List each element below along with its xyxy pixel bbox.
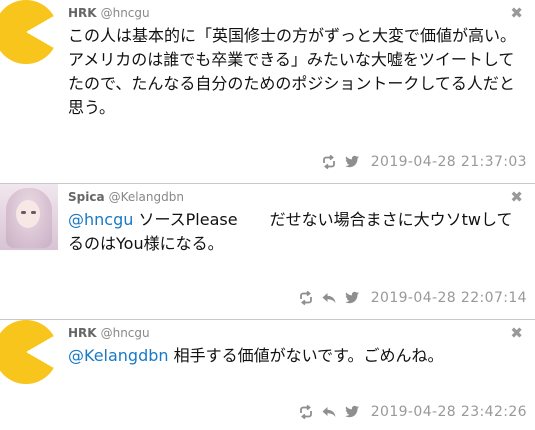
- pacman-avatar-icon: [0, 0, 58, 64]
- close-icon[interactable]: ✖: [510, 189, 523, 205]
- reply-icon[interactable]: [321, 290, 337, 306]
- tweet: HRK @hncgu ✖ @Kelangdbn 相手する価値がないです。ごめんね。…: [0, 320, 535, 430]
- user-name[interactable]: HRK: [68, 6, 97, 20]
- twitter-bird-icon[interactable]: [344, 154, 360, 170]
- mention-link[interactable]: @Kelangdbn: [68, 346, 169, 365]
- retweet-icon[interactable]: [321, 154, 337, 170]
- pacman-avatar-icon: [0, 320, 58, 384]
- timestamp[interactable]: 2019-04-28 22:07:14: [371, 290, 527, 306]
- twitter-bird-icon[interactable]: [344, 404, 360, 420]
- tweet-text: この人は基本的に「英国修士の方がずっと大変で価値が高い。アメリカのは誰でも卒業で…: [68, 24, 527, 120]
- avatar[interactable]: [0, 0, 58, 66]
- tweet-body: ソースPlease だせない場合まさに大ウソtwしてるのはYou様になる。: [68, 210, 513, 253]
- user-handle[interactable]: @hncgu: [101, 326, 150, 340]
- avatar[interactable]: [0, 184, 58, 250]
- tweet-footer: 2019-04-28 23:42:26: [298, 404, 527, 420]
- tweet-text: @hncgu ソースPlease だせない場合まさに大ウソtwしてるのはYou様…: [68, 208, 527, 256]
- user-name[interactable]: Spica: [68, 190, 105, 204]
- tweet-header: HRK @hncgu: [68, 326, 150, 340]
- twitter-bird-icon[interactable]: [344, 290, 360, 306]
- user-handle[interactable]: @hncgu: [101, 6, 150, 20]
- tweet-footer: 2019-04-28 21:37:03: [321, 154, 527, 170]
- close-icon[interactable]: ✖: [510, 5, 523, 21]
- reply-icon[interactable]: [321, 404, 337, 420]
- tweet: Spica @Kelangdbn ✖ @hncgu ソースPlease だせない場…: [0, 184, 535, 320]
- tweet-text: @Kelangdbn 相手する価値がないです。ごめんね。: [68, 344, 527, 368]
- tweet-header: Spica @Kelangdbn: [68, 190, 184, 204]
- retweet-icon[interactable]: [298, 290, 314, 306]
- tweet-footer: 2019-04-28 22:07:14: [298, 290, 527, 306]
- user-name[interactable]: HRK: [68, 326, 97, 340]
- close-icon[interactable]: ✖: [510, 325, 523, 341]
- tweet-body: この人は基本的に「英国修士の方がずっと大変で価値が高い。アメリカのは誰でも卒業で…: [68, 26, 517, 117]
- timestamp[interactable]: 2019-04-28 21:37:03: [371, 154, 527, 170]
- user-handle[interactable]: @Kelangdbn: [109, 190, 184, 204]
- avatar[interactable]: [0, 320, 58, 386]
- mention-link[interactable]: @hncgu: [68, 210, 133, 229]
- retweet-icon[interactable]: [298, 404, 314, 420]
- timestamp[interactable]: 2019-04-28 23:42:26: [371, 404, 527, 420]
- tweet-header: HRK @hncgu: [68, 6, 150, 20]
- tweet: HRK @hncgu ✖ この人は基本的に「英国修士の方がずっと大変で価値が高い。…: [0, 0, 535, 184]
- tweet-body: 相手する価値がないです。ごめんね。: [168, 346, 444, 365]
